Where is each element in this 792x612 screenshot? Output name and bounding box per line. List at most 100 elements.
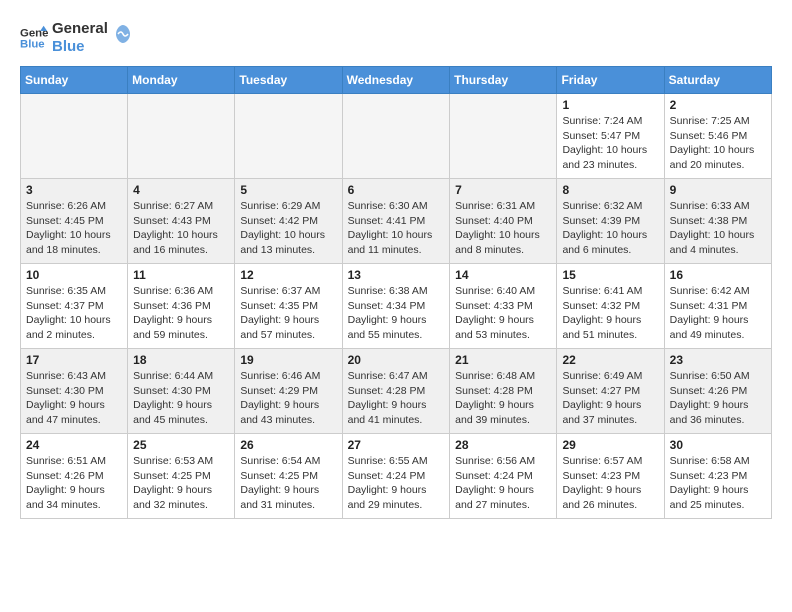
calendar-cell: 23 Sunrise: 6:50 AM Sunset: 4:26 PM Dayli…: [664, 349, 771, 434]
calendar-cell: 22 Sunrise: 6:49 AM Sunset: 4:27 PM Dayli…: [557, 349, 664, 434]
day-number: 9: [670, 183, 766, 197]
day-number: 1: [562, 98, 658, 112]
day-number: 18: [133, 353, 229, 367]
day-number: 7: [455, 183, 551, 197]
day-number: 2: [670, 98, 766, 112]
calendar-cell: 17 Sunrise: 6:43 AM Sunset: 4:30 PM Dayli…: [21, 349, 128, 434]
day-number: 6: [348, 183, 445, 197]
day-number: 4: [133, 183, 229, 197]
calendar-table: SundayMondayTuesdayWednesdayThursdayFrid…: [20, 66, 772, 519]
day-number: 19: [240, 353, 336, 367]
calendar-cell: 10Sunrise: 6:35 AM Sunset: 4:37 PM Dayli…: [21, 264, 128, 349]
day-number: 3: [26, 183, 122, 197]
day-info: Sunrise: 6:44 AM Sunset: 4:30 PM Dayligh…: [133, 369, 229, 428]
calendar-header-sunday: Sunday: [21, 67, 128, 94]
calendar-cell: 16Sunrise: 6:42 AM Sunset: 4:31 PM Dayli…: [664, 264, 771, 349]
day-info: Sunrise: 6:47 AM Sunset: 4:28 PM Dayligh…: [348, 369, 445, 428]
day-number: 23: [670, 353, 766, 367]
calendar-cell: 11Sunrise: 6:36 AM Sunset: 4:36 PM Dayli…: [128, 264, 235, 349]
day-number: 21: [455, 353, 551, 367]
day-info: Sunrise: 6:27 AM Sunset: 4:43 PM Dayligh…: [133, 199, 229, 258]
calendar-week-row: 3 Sunrise: 6:26 AM Sunset: 4:45 PM Daylig…: [21, 179, 772, 264]
day-info: Sunrise: 6:43 AM Sunset: 4:30 PM Dayligh…: [26, 369, 122, 428]
day-info: Sunrise: 6:36 AM Sunset: 4:36 PM Dayligh…: [133, 284, 229, 343]
day-info: Sunrise: 6:58 AM Sunset: 4:23 PM Dayligh…: [670, 454, 766, 513]
day-info: Sunrise: 6:26 AM Sunset: 4:45 PM Dayligh…: [26, 199, 122, 258]
calendar-cell: 14 Sunrise: 6:40 AM Sunset: 4:33 PM Dayli…: [450, 264, 557, 349]
calendar-cell: 28 Sunrise: 6:56 AM Sunset: 4:24 PM Dayli…: [450, 434, 557, 519]
calendar-cell: [128, 94, 235, 179]
calendar-header-thursday: Thursday: [450, 67, 557, 94]
day-info: Sunrise: 6:53 AM Sunset: 4:25 PM Dayligh…: [133, 454, 229, 513]
day-number: 27: [348, 438, 445, 452]
calendar-week-row: 17 Sunrise: 6:43 AM Sunset: 4:30 PM Dayli…: [21, 349, 772, 434]
logo-text: GeneralBlue: [52, 20, 108, 56]
calendar-cell: 8 Sunrise: 6:32 AM Sunset: 4:39 PM Daylig…: [557, 179, 664, 264]
day-number: 20: [348, 353, 445, 367]
calendar-cell: 4 Sunrise: 6:27 AM Sunset: 4:43 PM Daylig…: [128, 179, 235, 264]
day-info: Sunrise: 6:37 AM Sunset: 4:35 PM Dayligh…: [240, 284, 336, 343]
day-info: Sunrise: 6:42 AM Sunset: 4:31 PM Dayligh…: [670, 284, 766, 343]
calendar-cell: 18 Sunrise: 6:44 AM Sunset: 4:30 PM Dayli…: [128, 349, 235, 434]
day-info: Sunrise: 6:50 AM Sunset: 4:26 PM Dayligh…: [670, 369, 766, 428]
day-info: Sunrise: 6:55 AM Sunset: 4:24 PM Dayligh…: [348, 454, 445, 513]
day-info: Sunrise: 6:48 AM Sunset: 4:28 PM Dayligh…: [455, 369, 551, 428]
day-info: Sunrise: 6:46 AM Sunset: 4:29 PM Dayligh…: [240, 369, 336, 428]
calendar-header-tuesday: Tuesday: [235, 67, 342, 94]
day-number: 24: [26, 438, 122, 452]
day-number: 28: [455, 438, 551, 452]
day-info: Sunrise: 6:54 AM Sunset: 4:25 PM Dayligh…: [240, 454, 336, 513]
day-number: 17: [26, 353, 122, 367]
day-number: 22: [562, 353, 658, 367]
calendar-cell: 13 Sunrise: 6:38 AM Sunset: 4:34 PM Dayli…: [342, 264, 450, 349]
page-header: General Blue GeneralBlue: [20, 20, 772, 56]
day-number: 14: [455, 268, 551, 282]
day-info: Sunrise: 6:31 AM Sunset: 4:40 PM Dayligh…: [455, 199, 551, 258]
day-number: 15: [562, 268, 658, 282]
logo-icon: General Blue: [20, 24, 48, 52]
calendar-cell: 20 Sunrise: 6:47 AM Sunset: 4:28 PM Dayli…: [342, 349, 450, 434]
calendar-cell: 29 Sunrise: 6:57 AM Sunset: 4:23 PM Dayli…: [557, 434, 664, 519]
calendar-cell: 25 Sunrise: 6:53 AM Sunset: 4:25 PM Dayli…: [128, 434, 235, 519]
calendar-week-row: 10Sunrise: 6:35 AM Sunset: 4:37 PM Dayli…: [21, 264, 772, 349]
day-info: Sunrise: 7:25 AM Sunset: 5:46 PM Dayligh…: [670, 114, 766, 173]
calendar-week-row: 24 Sunrise: 6:51 AM Sunset: 4:26 PM Dayli…: [21, 434, 772, 519]
calendar-cell: 27 Sunrise: 6:55 AM Sunset: 4:24 PM Dayli…: [342, 434, 450, 519]
day-number: 12: [240, 268, 336, 282]
day-info: Sunrise: 6:38 AM Sunset: 4:34 PM Dayligh…: [348, 284, 445, 343]
day-info: Sunrise: 6:40 AM Sunset: 4:33 PM Dayligh…: [455, 284, 551, 343]
calendar-cell: 9Sunrise: 6:33 AM Sunset: 4:38 PM Daylig…: [664, 179, 771, 264]
day-info: Sunrise: 6:57 AM Sunset: 4:23 PM Dayligh…: [562, 454, 658, 513]
svg-text:Blue: Blue: [20, 39, 45, 51]
day-number: 30: [670, 438, 766, 452]
calendar-cell: 26 Sunrise: 6:54 AM Sunset: 4:25 PM Dayli…: [235, 434, 342, 519]
calendar-cell: 5 Sunrise: 6:29 AM Sunset: 4:42 PM Daylig…: [235, 179, 342, 264]
logo-wave-icon: [114, 23, 132, 45]
day-info: Sunrise: 6:41 AM Sunset: 4:32 PM Dayligh…: [562, 284, 658, 343]
calendar-cell: 7 Sunrise: 6:31 AM Sunset: 4:40 PM Daylig…: [450, 179, 557, 264]
calendar-cell: [450, 94, 557, 179]
day-number: 26: [240, 438, 336, 452]
calendar-cell: 2 Sunrise: 7:25 AM Sunset: 5:46 PM Daylig…: [664, 94, 771, 179]
day-number: 8: [562, 183, 658, 197]
day-info: Sunrise: 6:32 AM Sunset: 4:39 PM Dayligh…: [562, 199, 658, 258]
day-info: Sunrise: 6:56 AM Sunset: 4:24 PM Dayligh…: [455, 454, 551, 513]
day-info: Sunrise: 7:24 AM Sunset: 5:47 PM Dayligh…: [562, 114, 658, 173]
day-info: Sunrise: 6:49 AM Sunset: 4:27 PM Dayligh…: [562, 369, 658, 428]
day-number: 13: [348, 268, 445, 282]
calendar-cell: [235, 94, 342, 179]
calendar-cell: 3 Sunrise: 6:26 AM Sunset: 4:45 PM Daylig…: [21, 179, 128, 264]
calendar-cell: 21 Sunrise: 6:48 AM Sunset: 4:28 PM Dayli…: [450, 349, 557, 434]
calendar-header-wednesday: Wednesday: [342, 67, 450, 94]
calendar-header-friday: Friday: [557, 67, 664, 94]
day-info: Sunrise: 6:51 AM Sunset: 4:26 PM Dayligh…: [26, 454, 122, 513]
calendar-header-saturday: Saturday: [664, 67, 771, 94]
day-info: Sunrise: 6:29 AM Sunset: 4:42 PM Dayligh…: [240, 199, 336, 258]
calendar-cell: 1 Sunrise: 7:24 AM Sunset: 5:47 PM Daylig…: [557, 94, 664, 179]
calendar-cell: 12 Sunrise: 6:37 AM Sunset: 4:35 PM Dayli…: [235, 264, 342, 349]
day-number: 25: [133, 438, 229, 452]
day-number: 29: [562, 438, 658, 452]
calendar-cell: [342, 94, 450, 179]
calendar-cell: 15 Sunrise: 6:41 AM Sunset: 4:32 PM Dayli…: [557, 264, 664, 349]
day-number: 5: [240, 183, 336, 197]
